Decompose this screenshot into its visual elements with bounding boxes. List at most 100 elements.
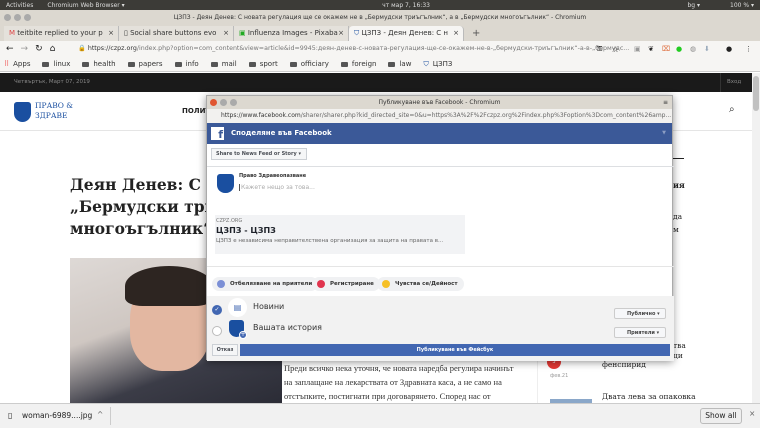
activities-button[interactable]: Activities (6, 2, 33, 9)
app-menu[interactable]: Chromium Web Browser ▾ (47, 2, 124, 9)
file-icon: ▯ (8, 411, 13, 420)
feed-audience-dropdown[interactable]: Публично ▾ (614, 308, 666, 319)
new-tab-button[interactable]: + (472, 28, 480, 39)
tab-czpz[interactable]: ⛉ ЦЗПЗ - Деян Денев: С н × (349, 26, 464, 41)
extension-icon[interactable]: ◍ (690, 45, 696, 53)
story-checkbox[interactable] (212, 326, 222, 336)
reload-icon[interactable]: ↻ (35, 44, 43, 54)
bookmark-apps[interactable]: ⠿ Apps (4, 60, 30, 68)
toolbar: ← → ↻ ⌂ 🔒 https://czpz.org/index.php?opt… (0, 41, 760, 57)
bookmark-folder-health[interactable]: health (82, 60, 116, 68)
search-icon[interactable]: ⌕ (729, 104, 735, 115)
tab-pixabay[interactable]: ▣ Influenza Images - Pixaba × (234, 26, 349, 41)
popup-menu-icon[interactable]: ≡ (663, 96, 668, 109)
bookmark-star-icon[interactable]: ☆ (612, 45, 619, 54)
extension-icon[interactable]: ⌧ (662, 45, 670, 53)
site-date: Четвъртък, Март 07, 2019 (14, 79, 90, 85)
bookmark-label: mail (221, 60, 237, 68)
sidebar-item-date: фев.21 (550, 373, 569, 379)
news-feed-icon: ▤ (228, 298, 247, 317)
show-all-button[interactable]: Show all (700, 408, 742, 424)
profile-icon[interactable]: ● (726, 45, 732, 53)
page-scrollbar[interactable] (752, 73, 760, 403)
bookmark-folder-sport[interactable]: sport (248, 60, 278, 68)
bookmark-folder-papers[interactable]: papers (127, 60, 163, 68)
bookmark-folder-officiary[interactable]: officiary (289, 60, 329, 68)
tab-social-share[interactable]: ▯ Social share buttons evo × (119, 26, 234, 41)
language-indicator[interactable]: bg ▾ (687, 2, 700, 9)
back-icon[interactable]: ← (6, 44, 14, 54)
news-feed-checkbox[interactable]: ✓ (212, 305, 222, 315)
tab-gmail[interactable]: M teitbite replied to your p × (4, 26, 119, 41)
menu-icon[interactable]: ⋮ (745, 45, 752, 53)
share-destination-dropdown[interactable]: Share to News Feed or Story ▾ (211, 148, 307, 160)
minimize-window-icon[interactable] (14, 14, 21, 21)
sidebar-fragment[interactable]: да (673, 212, 682, 221)
add-story-icon: + (239, 331, 247, 339)
link-preview-card[interactable]: CZPZ.ORG ЦЗПЗ - ЦЗПЗ ЦЗПЗ е независима н… (215, 215, 465, 254)
extension-icon[interactable]: ● (676, 45, 682, 53)
feeling-activity-button[interactable]: Чувства се/Дейност (377, 277, 464, 291)
window-titlebar: ЦЗПЗ - Деян Денев: С новата регулация ще… (0, 10, 760, 25)
story-audience-dropdown[interactable]: Приятели ▾ (614, 327, 666, 338)
chevron-down-icon[interactable]: ▼ (662, 123, 666, 144)
sidebar-rule (672, 158, 684, 159)
tag-friends-button[interactable]: Отбелязване на приятели (212, 277, 319, 291)
key-icon[interactable]: ⚿ (597, 45, 602, 54)
close-download-bar-icon[interactable]: × (749, 409, 755, 418)
sidebar-fragment[interactable]: ци (673, 351, 683, 360)
extension-icon[interactable]: ❦ (648, 45, 654, 53)
download-extension-icon[interactable]: ⬇ (704, 45, 710, 53)
extension-g-icon[interactable]: ▣ (634, 45, 641, 53)
battery-indicator[interactable]: 100 % ▾ (730, 2, 754, 9)
bookmark-czpz[interactable]: ⛉ ЦЗПЗ (423, 60, 452, 69)
check-in-button[interactable]: Регистриране (312, 277, 380, 291)
close-popup-icon[interactable] (210, 99, 217, 106)
site-logo-text[interactable]: ПРАВО & ЗДРАВЕ (35, 101, 73, 121)
sidebar-fragment[interactable]: ия (673, 180, 685, 190)
login-link[interactable]: Вход (720, 73, 741, 92)
minimize-popup-icon[interactable] (220, 99, 227, 106)
page-avatar (217, 174, 234, 193)
message-input[interactable]: Кажете нещо за това... (239, 184, 315, 191)
forward-icon[interactable]: → (21, 44, 29, 54)
chip-label: Чувства се/Дейност (395, 281, 458, 287)
sidebar-item-title[interactable]: фенспирид (602, 360, 646, 369)
site-logo-emblem[interactable] (14, 102, 31, 122)
home-icon[interactable]: ⌂ (50, 44, 56, 54)
sidebar-fragment[interactable]: тва (673, 341, 686, 350)
bookmark-label: officiary (300, 60, 329, 68)
close-tab-icon[interactable]: × (108, 26, 114, 41)
maximize-window-icon[interactable] (24, 14, 31, 21)
close-tab-icon[interactable]: × (338, 26, 344, 41)
sidebar-item-title[interactable]: Двата лева за опаковка (602, 392, 696, 401)
clock[interactable]: чт мар 7, 16:33 (382, 2, 430, 9)
body-line: на заплащане на лекарствата от Здравната… (284, 377, 502, 387)
maximize-popup-icon[interactable] (230, 99, 237, 106)
tab-label: Influenza Images - Pixaba (247, 29, 338, 37)
publish-button[interactable]: Публикуване във Фейсбук (240, 344, 670, 356)
audience-label: Публично (627, 311, 656, 317)
close-tab-icon[interactable]: × (453, 26, 459, 41)
scrollbar-thumb[interactable] (753, 76, 759, 111)
address-bar[interactable]: 🔒 https://czpz.org/index.php?option=com_… (78, 42, 638, 56)
url-path: /sharer/sharer.php?kid_directed_site=0&u… (300, 112, 672, 119)
close-window-icon[interactable] (4, 14, 11, 21)
folder-icon (248, 61, 256, 67)
bookmark-folder-law[interactable]: law (388, 60, 411, 68)
bookmark-folder-foreign[interactable]: foreign (340, 60, 376, 68)
title-line: „Бермудски трит (70, 197, 226, 216)
bookmark-folder-mail[interactable]: mail (210, 60, 237, 68)
close-tab-icon[interactable]: × (223, 26, 229, 41)
divider (207, 266, 674, 267)
cancel-button[interactable]: Отказ (212, 344, 238, 356)
sidebar-fragment[interactable]: м (673, 225, 679, 234)
bookmark-folder-linux[interactable]: linux (42, 60, 70, 68)
download-filename[interactable]: woman-6989....jpg (22, 411, 92, 420)
story-label: Вашата история (253, 323, 322, 332)
divider (110, 407, 111, 425)
bookmark-folder-info[interactable]: info (174, 60, 199, 68)
download-options-chevron-icon[interactable]: ^ (97, 410, 103, 419)
chip-label: Отбелязване на приятели (230, 281, 313, 287)
card-domain: CZPZ.ORG (216, 218, 243, 224)
